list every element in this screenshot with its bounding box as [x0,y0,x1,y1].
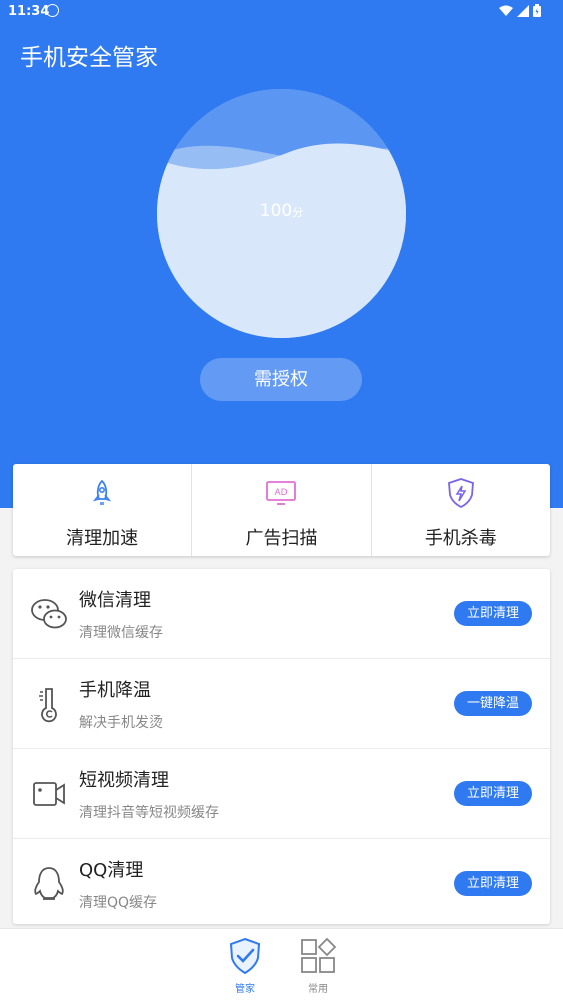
authorize-button[interactable]: 需授权 [200,358,362,401]
quick-action-label: 清理加速 [66,528,139,549]
header-hero: 11:34 手机安全管家 100分 需授权 [0,0,563,508]
list-item-subtitle: 解决手机发烫 [79,715,163,731]
sync-icon [46,4,59,17]
list-item-subtitle: 清理抖音等短视频缓存 [79,805,219,821]
apps-grid-icon [301,937,337,973]
shield-bolt-icon [447,478,474,509]
page-title: 手机安全管家 [20,45,158,71]
status-time: 11:34 [8,4,50,19]
tools-list: 微信清理 清理微信缓存 立即清理 手机降温 解决手机发烫 一键降温 短视频清理 … [13,569,550,924]
score-number: 100 [259,201,293,221]
status-bar: 11:34 [0,0,563,24]
ad-monitor-icon: AD [266,481,297,505]
quick-action-antivirus[interactable]: 手机杀毒 [370,464,550,556]
video-camera-icon [33,782,65,806]
quick-action-label: 广告扫描 [245,528,318,549]
thermometer-icon [39,688,57,723]
list-item-cool-down[interactable]: 手机降温 解决手机发烫 一键降温 [13,659,550,749]
nav-item-common[interactable]: 常用 [288,937,348,995]
clean-now-button[interactable]: 立即清理 [453,871,532,896]
status-icons [499,4,541,17]
list-item-title: 手机降温 [79,680,151,701]
quick-action-ad-scan[interactable]: AD 广告扫描 [191,464,370,556]
wifi-icon [499,5,513,16]
cool-down-button[interactable]: 一键降温 [453,691,532,716]
list-item-short-video-clean[interactable]: 短视频清理 清理抖音等短视频缓存 立即清理 [13,749,550,839]
list-item-wechat-clean[interactable]: 微信清理 清理微信缓存 立即清理 [13,569,550,659]
quick-actions-card: 清理加速 AD 广告扫描 手机杀毒 [13,464,550,556]
rocket-icon [93,479,112,505]
qq-penguin-icon [34,867,64,900]
score-gauge: 100分 [157,89,406,338]
nav-item-guard[interactable]: 管家 [215,937,275,995]
shield-check-icon [229,937,261,975]
wechat-icon [31,599,67,629]
quick-action-clean-speed[interactable]: 清理加速 [13,464,191,556]
battery-icon [533,4,541,17]
list-item-subtitle: 清理微信缓存 [79,625,163,641]
quick-action-label: 手机杀毒 [424,528,497,549]
clean-now-button[interactable]: 立即清理 [453,781,532,806]
list-item-subtitle: 清理QQ缓存 [79,895,158,911]
bottom-nav: 管家 常用 [0,928,563,1002]
svg-text:AD: AD [275,488,288,498]
nav-label: 常用 [308,984,328,995]
score-unit: 分 [292,206,304,219]
list-item-qq-clean[interactable]: QQ清理 清理QQ缓存 立即清理 [13,839,550,928]
list-item-title: 微信清理 [79,590,151,611]
score-value: 100分 [157,201,406,221]
list-item-title: QQ清理 [79,860,144,881]
list-item-title: 短视频清理 [79,770,169,791]
signal-icon [517,4,529,17]
nav-label: 管家 [235,984,255,995]
clean-now-button[interactable]: 立即清理 [453,601,532,626]
